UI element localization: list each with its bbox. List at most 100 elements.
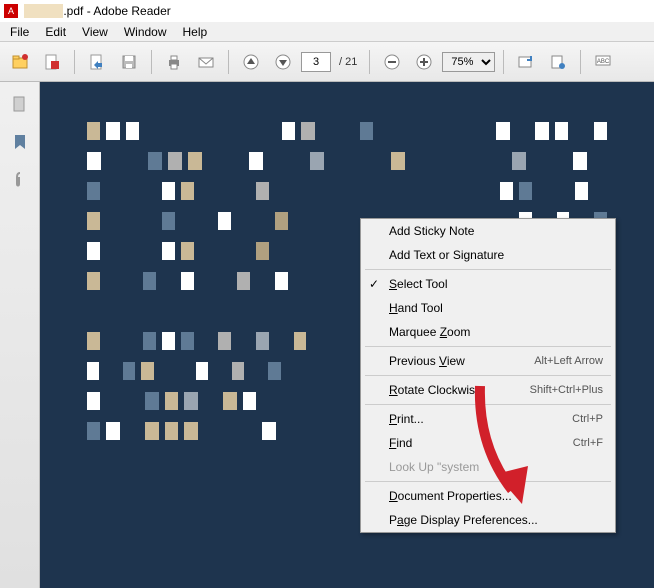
context-menu-item[interactable]: Hand Tool bbox=[361, 296, 615, 320]
thumbnails-panel-button[interactable] bbox=[8, 92, 32, 116]
context-menu-item[interactable]: ✓Select Tool bbox=[361, 272, 615, 296]
content-pixel bbox=[301, 422, 314, 440]
content-pixel bbox=[165, 422, 178, 440]
page-up-button[interactable] bbox=[237, 48, 265, 76]
content-pixel bbox=[594, 122, 607, 140]
content-pixel bbox=[269, 152, 283, 170]
content-pixel bbox=[162, 182, 175, 200]
content-pixel bbox=[237, 242, 250, 260]
menu-view[interactable]: View bbox=[74, 23, 116, 41]
content-pixel bbox=[196, 362, 208, 380]
context-menu-shortcut: Ctrl+P bbox=[572, 413, 603, 425]
content-pixel bbox=[574, 122, 587, 140]
bookmarks-panel-button[interactable] bbox=[8, 130, 32, 154]
content-pixel bbox=[87, 272, 100, 290]
svg-text:ABC: ABC bbox=[597, 59, 610, 65]
context-menu-item[interactable]: Add Text or Signature bbox=[361, 243, 615, 267]
content-pixel bbox=[125, 212, 138, 230]
content-pixel bbox=[256, 182, 269, 200]
content-pixel bbox=[294, 212, 307, 230]
content-pixel bbox=[162, 242, 175, 260]
context-menu-item[interactable]: Page Display Preferences... bbox=[361, 508, 615, 532]
create-pdf-button[interactable] bbox=[38, 48, 66, 76]
context-menu-label: Page Display Preferences... bbox=[389, 513, 538, 527]
convert-button[interactable] bbox=[83, 48, 111, 76]
context-menu-item[interactable]: FindCtrl+F bbox=[361, 431, 615, 455]
content-pixel bbox=[106, 392, 119, 410]
context-menu-item[interactable]: Previous ViewAlt+Left Arrow bbox=[361, 349, 615, 373]
content-pixel bbox=[208, 152, 222, 170]
content-pixel bbox=[223, 122, 236, 140]
content-pixel-row bbox=[87, 152, 607, 170]
content-pixel bbox=[160, 362, 172, 380]
content-pixel bbox=[237, 332, 250, 350]
context-menu-label: Find bbox=[389, 436, 412, 450]
page-down-button[interactable] bbox=[269, 48, 297, 76]
content-pixel bbox=[294, 242, 307, 260]
content-pixel bbox=[162, 212, 175, 230]
content-pixel bbox=[87, 242, 100, 260]
content-pixel bbox=[275, 182, 288, 200]
content-pixel bbox=[287, 362, 299, 380]
menu-help[interactable]: Help bbox=[175, 23, 216, 41]
print-button[interactable] bbox=[160, 48, 188, 76]
attachments-panel-button[interactable] bbox=[8, 168, 32, 192]
page-total-label: / 21 bbox=[339, 56, 357, 68]
content-pixel-row bbox=[87, 182, 607, 200]
content-pixel bbox=[516, 122, 529, 140]
zoom-out-button[interactable] bbox=[378, 48, 406, 76]
context-menu-item[interactable]: Add Sticky Note bbox=[361, 219, 615, 243]
content-pixel bbox=[237, 212, 250, 230]
zoom-in-button[interactable] bbox=[410, 48, 438, 76]
open-file-button[interactable] bbox=[6, 48, 34, 76]
content-pixel bbox=[106, 332, 119, 350]
context-menu-label: Document Properties... bbox=[389, 489, 512, 503]
content-pixel bbox=[87, 212, 100, 230]
tool-comment-button[interactable]: ABC bbox=[589, 48, 617, 76]
content-pixel bbox=[143, 332, 156, 350]
content-pixel bbox=[184, 422, 197, 440]
content-pixel bbox=[184, 392, 197, 410]
content-pixel bbox=[312, 332, 325, 350]
context-menu-shortcut: Alt+Left Arrow bbox=[534, 355, 603, 367]
content-pixel bbox=[340, 392, 353, 410]
page-number-input[interactable] bbox=[301, 52, 331, 72]
tool-sign-button[interactable] bbox=[544, 48, 572, 76]
context-menu-separator bbox=[365, 269, 611, 270]
content-pixel bbox=[106, 272, 119, 290]
content-pixel bbox=[331, 242, 344, 260]
content-pixel bbox=[481, 182, 494, 200]
context-menu-item[interactable]: Print...Ctrl+P bbox=[361, 407, 615, 431]
zoom-select[interactable]: 75% bbox=[442, 52, 495, 72]
save-button[interactable] bbox=[115, 48, 143, 76]
titlebar: A .pdf - Adobe Reader bbox=[0, 0, 654, 22]
content-pixel bbox=[552, 152, 566, 170]
menu-window[interactable]: Window bbox=[116, 23, 175, 41]
content-pixel bbox=[126, 392, 139, 410]
content-pixel bbox=[87, 392, 100, 410]
menu-file[interactable]: File bbox=[2, 23, 37, 41]
content-pixel bbox=[145, 122, 158, 140]
context-menu-separator bbox=[365, 404, 611, 405]
content-pixel bbox=[126, 422, 139, 440]
content-pixel bbox=[125, 242, 138, 260]
content-pixel bbox=[535, 122, 548, 140]
content-pixel bbox=[200, 182, 213, 200]
content-pixel bbox=[340, 122, 353, 140]
context-menu-item: Look Up "system bbox=[361, 455, 615, 479]
content-pixel bbox=[492, 152, 506, 170]
content-pixel bbox=[268, 362, 280, 380]
tool-share-button[interactable] bbox=[512, 48, 540, 76]
content-pixel bbox=[181, 272, 194, 290]
content-pixel bbox=[512, 152, 526, 170]
content-pixel bbox=[145, 422, 158, 440]
content-pixel bbox=[496, 122, 509, 140]
context-menu-item[interactable]: Rotate ClockwiseShift+Ctrl+Plus bbox=[361, 378, 615, 402]
content-pixel bbox=[165, 122, 178, 140]
content-pixel bbox=[399, 122, 412, 140]
content-pixel bbox=[223, 422, 236, 440]
email-button[interactable] bbox=[192, 48, 220, 76]
menu-edit[interactable]: Edit bbox=[37, 23, 74, 41]
context-menu-item[interactable]: Document Properties... bbox=[361, 484, 615, 508]
context-menu-item[interactable]: Marquee Zoom bbox=[361, 320, 615, 344]
